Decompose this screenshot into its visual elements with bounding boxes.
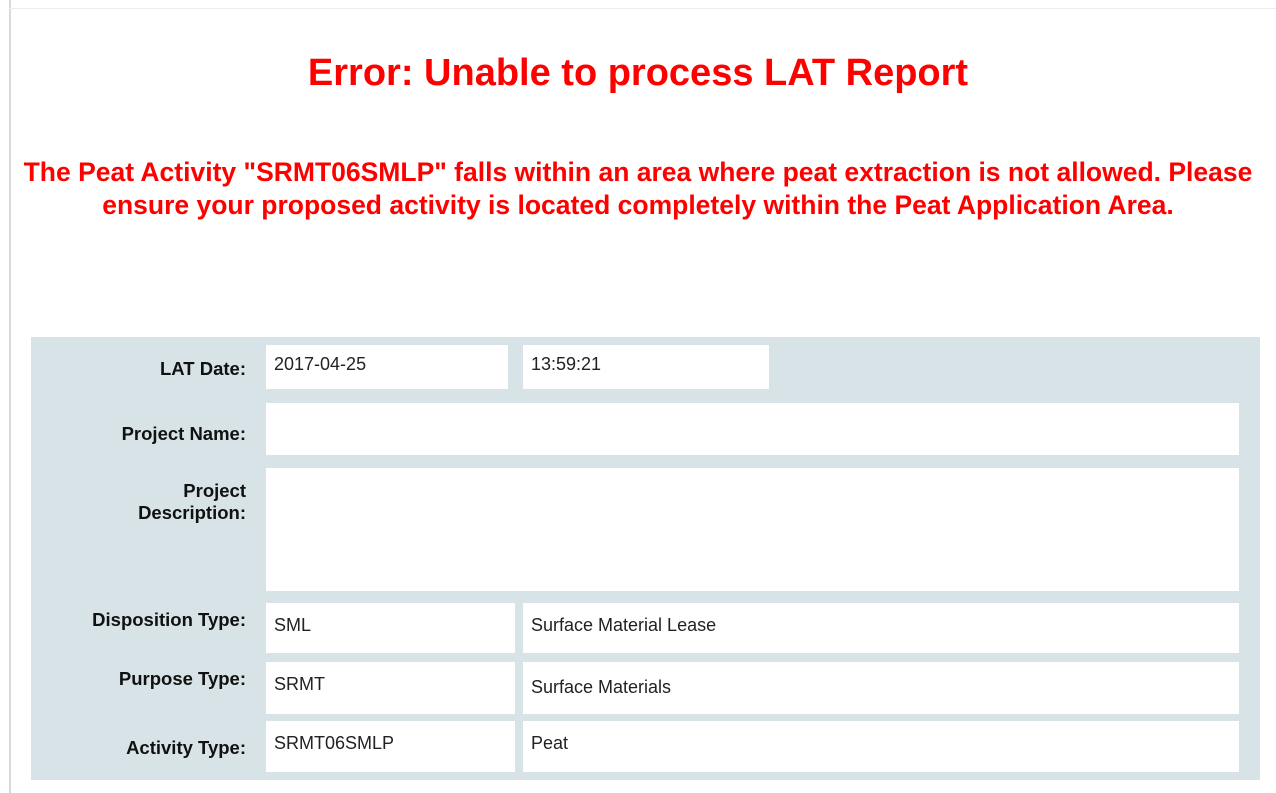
lat-date-label: LAT Date:: [160, 358, 246, 379]
project-description-label-line2: Description:: [138, 502, 246, 523]
lat-date-field[interactable]: 2017-04-25: [266, 345, 508, 389]
purpose-type-name-field[interactable]: Surface Materials: [523, 662, 1239, 714]
activity-type-name-field[interactable]: Peat: [523, 721, 1239, 772]
project-name-label: Project Name:: [121, 423, 246, 444]
activity-type-label: Activity Type:: [126, 737, 246, 758]
disposition-type-code-field[interactable]: SML: [266, 603, 515, 653]
error-message: The Peat Activity "SRMT06SMLP" falls wit…: [23, 157, 1253, 220]
page-top-border: [9, 8, 1276, 9]
activity-type-code-field[interactable]: SRMT06SMLP: [266, 721, 515, 772]
disposition-type-label: Disposition Type:: [92, 609, 246, 630]
disposition-type-name-field[interactable]: Surface Material Lease: [523, 603, 1239, 653]
purpose-type-label: Purpose Type:: [118, 668, 246, 689]
project-description-label: Project Description:: [138, 480, 246, 524]
purpose-type-code-field[interactable]: SRMT: [266, 662, 515, 714]
lat-time-field[interactable]: 13:59:21: [523, 345, 769, 389]
page-left-border: [9, 0, 11, 793]
lat-report-form: LAT Date: 2017-04-25 13:59:21 Project Na…: [31, 337, 1260, 780]
project-description-field[interactable]: [266, 468, 1239, 591]
project-description-label-line1: Project: [183, 480, 246, 501]
error-title: Error: Unable to process LAT Report: [307, 52, 969, 94]
project-name-field[interactable]: [266, 403, 1239, 455]
